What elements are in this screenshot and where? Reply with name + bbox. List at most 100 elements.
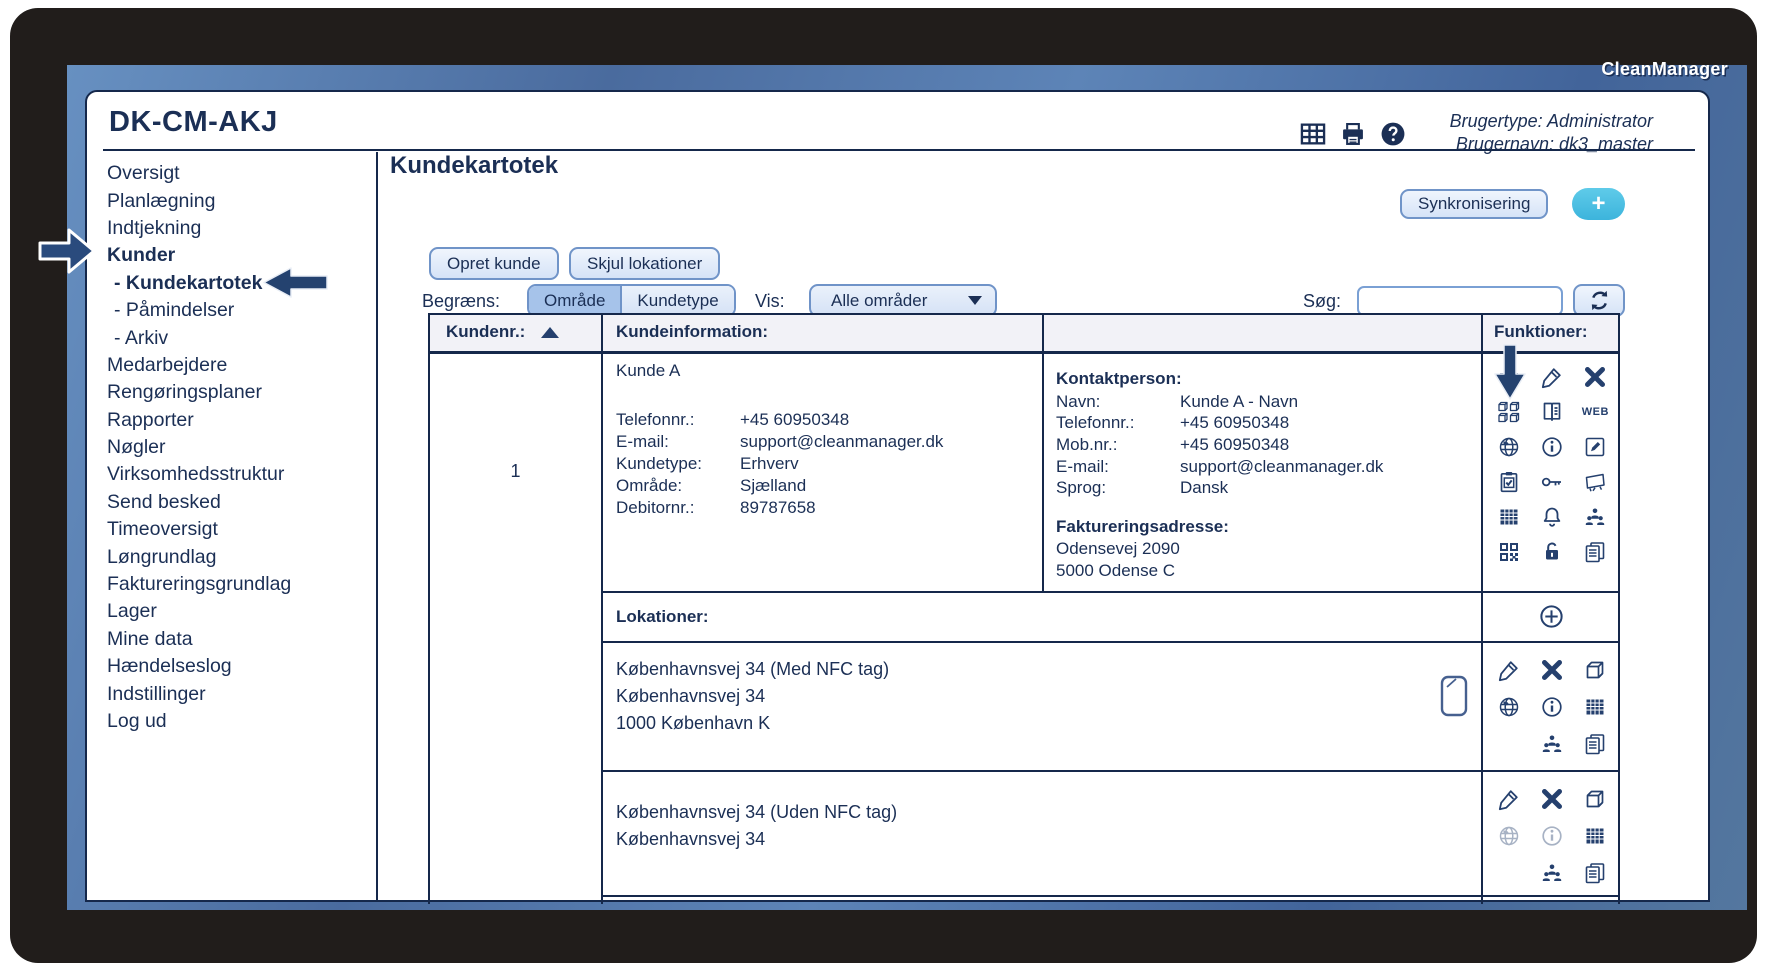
segment-omraade[interactable]: Område (529, 286, 621, 315)
sidebar-item-timeoversigt[interactable]: Timeoversigt (107, 516, 373, 543)
field-row: Telefonnr.: +45 60950348 (616, 409, 1036, 431)
field-label: Navn: (1056, 391, 1101, 411)
function-cell (1581, 540, 1609, 564)
info-icon[interactable] (1540, 435, 1564, 459)
customer-name: Kunde A (616, 361, 681, 380)
cube-icon[interactable] (1583, 658, 1607, 682)
sidebar-item-send-besked[interactable]: Send besked (107, 489, 373, 516)
globe-icon[interactable] (1497, 695, 1521, 719)
table-icon[interactable] (1299, 120, 1327, 148)
info-icon[interactable] (1540, 695, 1564, 719)
limit-label: Begræns: (422, 291, 501, 311)
qr-icon[interactable] (1497, 540, 1521, 564)
brand-watermark: CleanManager (1601, 59, 1728, 79)
sidebar-item-p-mindelser[interactable]: - Påmindelser (107, 297, 373, 324)
grid-icon[interactable] (1583, 695, 1607, 719)
contact-title: Kontaktperson: (1056, 369, 1182, 388)
location-function-grid (1487, 787, 1617, 885)
sidebar-item-arkiv[interactable]: - Arkiv (107, 324, 373, 351)
user-name: Brugernavn: dk3_master (1455, 134, 1653, 154)
field-value: Sjælland (740, 476, 807, 495)
sidebar-item-l-ngrundlag[interactable]: Løngrundlag (107, 543, 373, 570)
function-cell: WEB (1581, 400, 1609, 424)
sidebar-item-mine-data[interactable]: Mine data (107, 626, 373, 653)
function-cell (1581, 732, 1609, 756)
table-header-row (430, 315, 1618, 351)
users-icon[interactable] (1540, 861, 1564, 885)
book-icon[interactable] (1540, 400, 1564, 424)
sync-button[interactable]: Synkronisering (1400, 189, 1549, 219)
field-label: E-mail: (1056, 456, 1109, 476)
sidebar-divider (376, 152, 378, 902)
help-icon[interactable] (1379, 120, 1407, 148)
field-label: Mob.nr.: (1056, 434, 1118, 454)
lock-icon[interactable] (1540, 540, 1564, 564)
pencil-icon[interactable] (1497, 658, 1521, 682)
pencil-icon[interactable] (1540, 365, 1564, 389)
sidebar-item-indstillinger[interactable]: Indstillinger (107, 680, 373, 707)
grid-icon[interactable] (1583, 824, 1607, 848)
key-icon[interactable] (1540, 470, 1564, 494)
locations-header: Lokationer: (616, 607, 709, 626)
grid-icon[interactable] (1497, 505, 1521, 529)
x-icon[interactable] (1583, 365, 1607, 389)
function-cell (1538, 861, 1566, 885)
sidebar-item-lager[interactable]: Lager (107, 598, 373, 625)
search-input[interactable] (1357, 286, 1563, 316)
column-header-funktioner: Funktioner: (1494, 322, 1588, 341)
cube-icon[interactable] (1583, 787, 1607, 811)
cubes-icon[interactable] (1497, 400, 1521, 424)
column-header-kundenr[interactable]: Kundenr.: (446, 322, 560, 342)
text-line: Odensevej 2090 (1056, 538, 1180, 558)
note-icon[interactable] (1583, 435, 1607, 459)
customer-table: Kundenr.: Kundeinformation: Funktioner: … (428, 313, 1620, 904)
docs-icon[interactable] (1583, 861, 1607, 885)
function-cell (1495, 658, 1523, 682)
docs-icon[interactable] (1583, 732, 1607, 756)
sidebar-item-virksomhedsstruktur[interactable]: Virksomhedsstruktur (107, 461, 373, 488)
function-cell (1538, 505, 1566, 529)
sidebar-item-n-gler[interactable]: Nøgler (107, 434, 373, 461)
map-icon[interactable] (1583, 470, 1607, 494)
field-value: Kunde A - Navn (1180, 391, 1299, 411)
user-type: Brugertype: Administrator (1449, 111, 1653, 131)
bell-icon[interactable] (1540, 505, 1564, 529)
sidebar-item-medarbejdere[interactable]: Medarbejdere (107, 352, 373, 379)
sidebar-item-log-ud[interactable]: Log ud (107, 708, 373, 735)
circle-plus-icon[interactable] (1538, 603, 1565, 630)
globe-icon[interactable] (1497, 824, 1521, 848)
sidebar-item-h-ndelseslog[interactable]: Hændelseslog (107, 653, 373, 680)
sidebar-item-kunder[interactable]: Kunder (107, 242, 373, 269)
sort-asc-icon (541, 326, 560, 338)
field-label: Telefonnr.: (616, 410, 695, 429)
function-cell (1581, 695, 1609, 719)
sidebar-item-oversigt[interactable]: Oversigt (107, 160, 373, 187)
location-line: Københavnsvej 34 (Uden NFC tag) (616, 802, 898, 822)
info-icon[interactable] (1540, 824, 1564, 848)
hide-locations-button[interactable]: Skjul lokationer (569, 247, 721, 280)
sidebar-item-reng-ringsplaner[interactable]: Rengøringsplaner (107, 379, 373, 406)
x-icon[interactable] (1540, 658, 1564, 682)
docs-icon[interactable] (1583, 540, 1607, 564)
users-icon[interactable] (1583, 505, 1607, 529)
function-cell (1495, 824, 1523, 848)
create-customer-button[interactable]: Opret kunde (429, 247, 559, 280)
pencil-icon[interactable] (1497, 787, 1521, 811)
app-title: DK-CM-AKJ (109, 106, 278, 138)
add-button[interactable]: + (1572, 188, 1625, 220)
sidebar-item-faktureringsgrundlag[interactable]: Faktureringsgrundlag (107, 571, 373, 598)
function-cell (1581, 787, 1609, 811)
field-row: E-mail: support@cleanmanager.dk (616, 431, 1036, 453)
field-value: Dansk (1180, 478, 1229, 498)
printer-icon[interactable] (1339, 120, 1367, 148)
sidebar-item-indtjekning[interactable]: Indtjekning (107, 215, 373, 242)
sidebar-item-kundekartotek[interactable]: - Kundekartotek (107, 270, 373, 297)
globe-icon[interactable] (1497, 435, 1521, 459)
sidebar-item-rapporter[interactable]: Rapporter (107, 407, 373, 434)
clipboard-icon[interactable] (1497, 470, 1521, 494)
sidebar-item-planl-gning[interactable]: Planlægning (107, 187, 373, 214)
x-icon[interactable] (1540, 787, 1564, 811)
users-icon[interactable] (1540, 732, 1564, 756)
web-icon[interactable]: WEB (1582, 406, 1609, 418)
segment-kundetype[interactable]: Kundetype (620, 286, 734, 315)
